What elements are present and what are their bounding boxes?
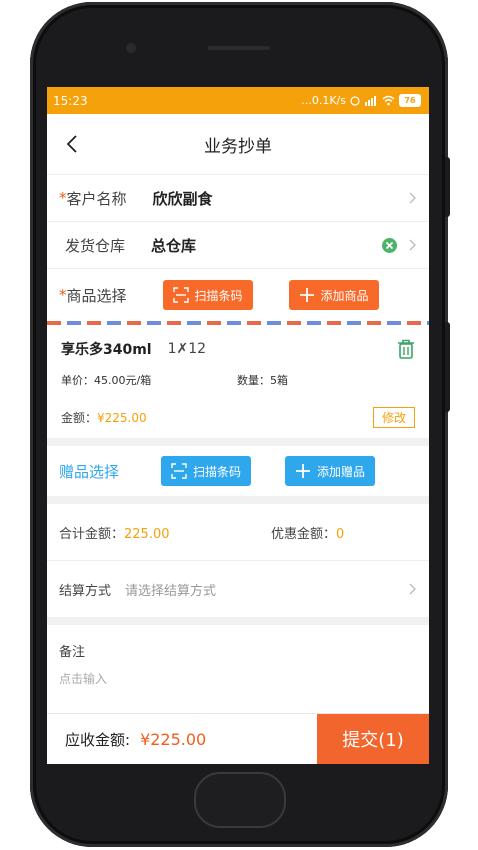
- receivable-label: 应收金额:: [65, 730, 131, 749]
- add-product-label: 添加商品: [320, 288, 369, 303]
- receivable-value: ¥225.00: [140, 729, 207, 749]
- network-speed: ...0.1K/s: [301, 94, 346, 107]
- bottom-bar: 应收金额: ¥225.00 提交(1): [47, 713, 429, 764]
- customer-value: 欣欣副食: [152, 189, 213, 208]
- chevron-right-icon: [409, 192, 416, 204]
- warehouse-row[interactable]: 发货仓库 总仓库: [47, 222, 429, 269]
- earpiece-speaker: [208, 46, 270, 50]
- status-time: 15:23: [53, 93, 88, 108]
- product-item: 享乐多340ml 1✗12 单价：45.00元/箱 数量：5箱 金额： ¥225…: [47, 325, 429, 438]
- totals-row: 合计金额：225.00 优惠金额：0: [47, 504, 429, 561]
- quantity: 数量：5箱: [237, 374, 288, 387]
- add-product-button[interactable]: 添加商品: [288, 280, 379, 310]
- chevron-right-icon: [409, 583, 416, 595]
- payment-placeholder: 请选择结算方式: [125, 583, 217, 599]
- scan-barcode-button[interactable]: 扫描条码: [162, 280, 253, 310]
- product-name: 享乐多340ml: [61, 342, 152, 358]
- total-value: 225.00: [124, 526, 170, 542]
- back-arrow-icon[interactable]: [61, 132, 85, 156]
- chevron-right-icon: [409, 239, 416, 251]
- section-separator: [47, 496, 429, 504]
- volume-button: [445, 157, 450, 217]
- signal-icon: [365, 96, 376, 106]
- trash-icon[interactable]: [397, 339, 415, 359]
- payment-method-row[interactable]: 结算方式 请选择结算方式: [47, 561, 429, 617]
- front-camera: [126, 43, 136, 53]
- warehouse-value: 总仓库: [151, 236, 197, 255]
- scan-icon: [172, 287, 189, 303]
- navbar: 业务抄单: [47, 114, 429, 175]
- add-gift-label: 添加赠品: [317, 464, 366, 479]
- scan-icon: [171, 463, 187, 479]
- customer-row[interactable]: * 客户名称 欣欣副食: [47, 175, 429, 222]
- battery-icon: 76: [399, 94, 421, 107]
- amount-label: 金额：: [61, 411, 98, 425]
- product-select-label: 商品选择: [66, 286, 127, 305]
- scan-barcode-label: 扫描条码: [194, 288, 243, 303]
- total-label: 合计金额：: [59, 526, 125, 542]
- section-separator: [47, 617, 429, 625]
- status-indicators: ...0.1K/s 76: [301, 94, 421, 107]
- memo-section[interactable]: 备注 点击输入: [47, 625, 429, 707]
- gift-select-label: 赠品选择: [59, 462, 120, 481]
- gift-scan-barcode-button[interactable]: 扫描条码: [161, 456, 252, 486]
- alarm-icon: [350, 95, 360, 106]
- discount-value[interactable]: 0: [336, 527, 344, 542]
- plus-icon: [296, 464, 311, 478]
- payment-label: 结算方式: [59, 583, 112, 599]
- app-screen: 15:23 ...0.1K/s 76 业务抄单 * 客户名称 欣欣副食 发货仓库…: [47, 87, 429, 764]
- edit-button[interactable]: 修改: [372, 407, 415, 428]
- submit-button[interactable]: 提交(1): [317, 714, 429, 764]
- plus-icon: [299, 288, 314, 302]
- required-mark: *: [59, 286, 67, 304]
- home-button[interactable]: [194, 772, 286, 828]
- section-separator: [47, 438, 429, 446]
- wifi-icon: [382, 95, 395, 106]
- discount-label: 优惠金额：: [271, 526, 337, 542]
- product-select-row: * 商品选择 扫描条码 添加商品: [47, 269, 429, 321]
- add-gift-button[interactable]: 添加赠品: [285, 456, 376, 486]
- power-button: [445, 322, 450, 412]
- customer-label: 客户名称: [66, 189, 127, 208]
- gift-select-row: 赠品选择 扫描条码 添加赠品: [47, 446, 429, 496]
- gift-scan-label: 扫描条码: [193, 464, 242, 479]
- memo-input[interactable]: 点击输入: [59, 670, 417, 687]
- memo-label: 备注: [59, 645, 86, 660]
- warehouse-label: 发货仓库: [65, 236, 126, 255]
- required-mark: *: [59, 189, 67, 207]
- amount-value: ¥225.00: [97, 410, 147, 425]
- product-pack-spec: 1✗12: [167, 341, 207, 357]
- page-title: 业务抄单: [204, 136, 272, 157]
- clear-icon[interactable]: [382, 237, 397, 253]
- status-bar: 15:23 ...0.1K/s 76: [47, 87, 429, 114]
- unit-price: 单价：45.00元/箱: [61, 374, 152, 387]
